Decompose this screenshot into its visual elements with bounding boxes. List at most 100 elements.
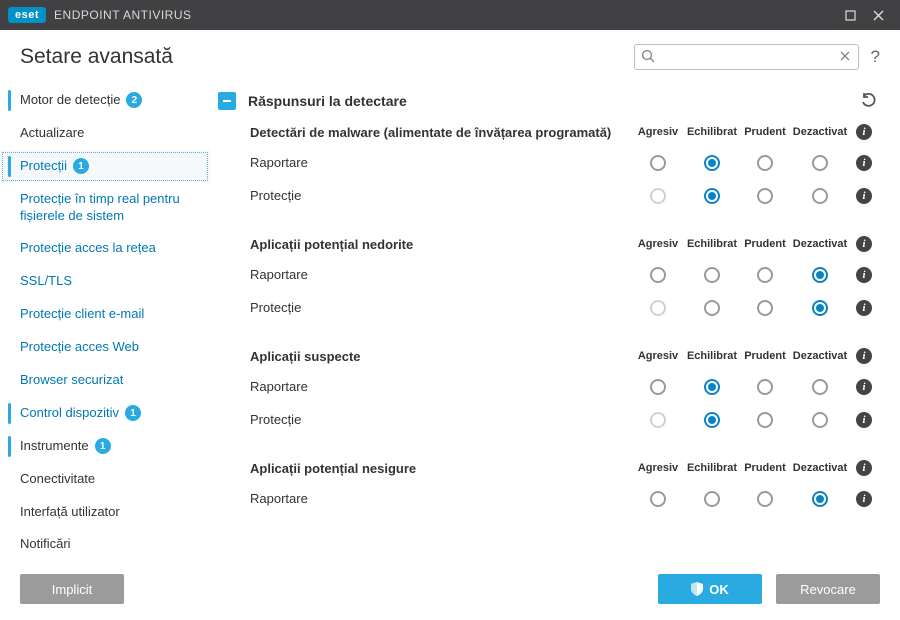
- radio-option[interactable]: [757, 379, 773, 395]
- column-header: Agresiv: [632, 350, 684, 362]
- sidebar-item-label: Notificări: [20, 536, 71, 553]
- radio-option[interactable]: [704, 155, 720, 171]
- sidebar-item[interactable]: Protecție client e-mail: [0, 298, 210, 331]
- radio-option[interactable]: [812, 379, 828, 395]
- sidebar-item[interactable]: Notificări: [0, 528, 210, 561]
- sidebar-item-label: Motor de detecție: [20, 92, 120, 109]
- radio-option[interactable]: [812, 412, 828, 428]
- setting-row: Protecție i: [214, 403, 888, 436]
- section-header: Răspunsuri la detectare: [214, 84, 888, 118]
- info-icon[interactable]: i: [856, 155, 872, 171]
- group-title: Detectări de malware (alimentate de învă…: [250, 125, 632, 140]
- column-header: Echilibrat: [684, 238, 740, 250]
- sidebar-item[interactable]: Protecție în timp real pentru fișierele …: [0, 183, 210, 233]
- radio-option: [650, 188, 666, 204]
- search-input[interactable]: [634, 44, 859, 70]
- radio-option[interactable]: [704, 188, 720, 204]
- sidebar-item[interactable]: SSL/TLS: [0, 265, 210, 298]
- radio-option[interactable]: [650, 491, 666, 507]
- sidebar-item[interactable]: Browser securizat: [0, 364, 210, 397]
- undo-button[interactable]: [860, 92, 878, 110]
- radio-option[interactable]: [812, 155, 828, 171]
- setting-row: Raportarei: [214, 370, 888, 403]
- radio-option[interactable]: [812, 491, 828, 507]
- radio-option[interactable]: [757, 155, 773, 171]
- info-icon[interactable]: i: [856, 188, 872, 204]
- help-button[interactable]: ?: [871, 47, 880, 67]
- radio-option[interactable]: [704, 412, 720, 428]
- sidebar-item[interactable]: Protecție acces Web: [0, 331, 210, 364]
- column-header: Dezactivat: [790, 462, 850, 474]
- sidebar-item[interactable]: Protecții1: [0, 150, 210, 183]
- radio-option[interactable]: [704, 379, 720, 395]
- window-maximize-button[interactable]: [836, 0, 864, 30]
- sidebar-item[interactable]: Instrumente1: [0, 430, 210, 463]
- radio-option[interactable]: [650, 267, 666, 283]
- radio-option[interactable]: [650, 155, 666, 171]
- info-icon[interactable]: i: [856, 267, 872, 283]
- shield-icon: [691, 582, 703, 596]
- info-icon[interactable]: i: [856, 348, 872, 364]
- minus-icon: [222, 96, 232, 106]
- sidebar-item[interactable]: Actualizare: [0, 117, 210, 150]
- radio-option[interactable]: [757, 267, 773, 283]
- setting-label: Raportare: [250, 491, 632, 506]
- sidebar-item[interactable]: Interfață utilizator: [0, 496, 210, 529]
- sidebar-item-label: Actualizare: [20, 125, 84, 142]
- info-icon[interactable]: i: [856, 124, 872, 140]
- radio-option[interactable]: [757, 300, 773, 316]
- column-header: Dezactivat: [790, 350, 850, 362]
- column-header: Prudent: [740, 350, 790, 362]
- info-icon[interactable]: i: [856, 300, 872, 316]
- sidebar-item-label: Protecție în timp real pentru fișierele …: [20, 191, 198, 225]
- info-icon[interactable]: i: [856, 379, 872, 395]
- sidebar-item[interactable]: Control dispozitiv1: [0, 397, 210, 430]
- radio-option[interactable]: [812, 188, 828, 204]
- sidebar-item-label: Protecție acces Web: [20, 339, 139, 356]
- column-header: Dezactivat: [790, 126, 850, 138]
- sidebar-item-label: Control dispozitiv: [20, 405, 119, 422]
- radio-option[interactable]: [757, 491, 773, 507]
- sidebar-item-label: Instrumente: [20, 438, 89, 455]
- column-header: Agresiv: [632, 462, 684, 474]
- collapse-button[interactable]: [218, 92, 236, 110]
- ok-button[interactable]: OK: [658, 574, 762, 604]
- radio-option[interactable]: [812, 267, 828, 283]
- group-title: Aplicații potențial nedorite: [250, 237, 632, 252]
- radio-option: [650, 412, 666, 428]
- setting-label: Raportare: [250, 155, 632, 170]
- ok-button-label: OK: [709, 582, 729, 597]
- radio-option[interactable]: [704, 267, 720, 283]
- radio-option[interactable]: [757, 412, 773, 428]
- sidebar-item[interactable]: Motor de detecție2: [0, 84, 210, 117]
- undo-icon: [860, 92, 878, 110]
- default-button[interactable]: Implicit: [20, 574, 124, 604]
- info-icon[interactable]: i: [856, 412, 872, 428]
- brand-product: ENDPOINT ANTIVIRUS: [54, 8, 191, 22]
- radio-option[interactable]: [704, 491, 720, 507]
- radio-option[interactable]: [704, 300, 720, 316]
- info-icon[interactable]: i: [856, 460, 872, 476]
- main-panel: Răspunsuri la detectare Detectări de mal…: [210, 80, 900, 562]
- radio-option[interactable]: [650, 379, 666, 395]
- column-header: Prudent: [740, 462, 790, 474]
- sidebar-item[interactable]: Protecție acces la rețea: [0, 232, 210, 265]
- group-title: Aplicații suspecte: [250, 349, 632, 364]
- cancel-button[interactable]: Revocare: [776, 574, 880, 604]
- info-icon[interactable]: i: [856, 236, 872, 252]
- group-header: Detectări de malware (alimentate de învă…: [214, 118, 888, 146]
- setting-label: Protecție: [250, 412, 632, 427]
- group-title: Aplicații potențial nesigure: [250, 461, 632, 476]
- sidebar-item-label: Browser securizat: [20, 372, 123, 389]
- section-title: Răspunsuri la detectare: [248, 93, 860, 109]
- brand-badge: eset: [8, 7, 46, 23]
- radio-option[interactable]: [757, 188, 773, 204]
- sidebar-item-label: Conectivitate: [20, 471, 95, 488]
- column-header: Prudent: [740, 126, 790, 138]
- sidebar-item[interactable]: Conectivitate: [0, 463, 210, 496]
- info-icon[interactable]: i: [856, 491, 872, 507]
- search-clear-button[interactable]: [837, 48, 853, 64]
- sidebar-item-label: SSL/TLS: [20, 273, 72, 290]
- window-close-button[interactable]: [864, 0, 892, 30]
- radio-option[interactable]: [812, 300, 828, 316]
